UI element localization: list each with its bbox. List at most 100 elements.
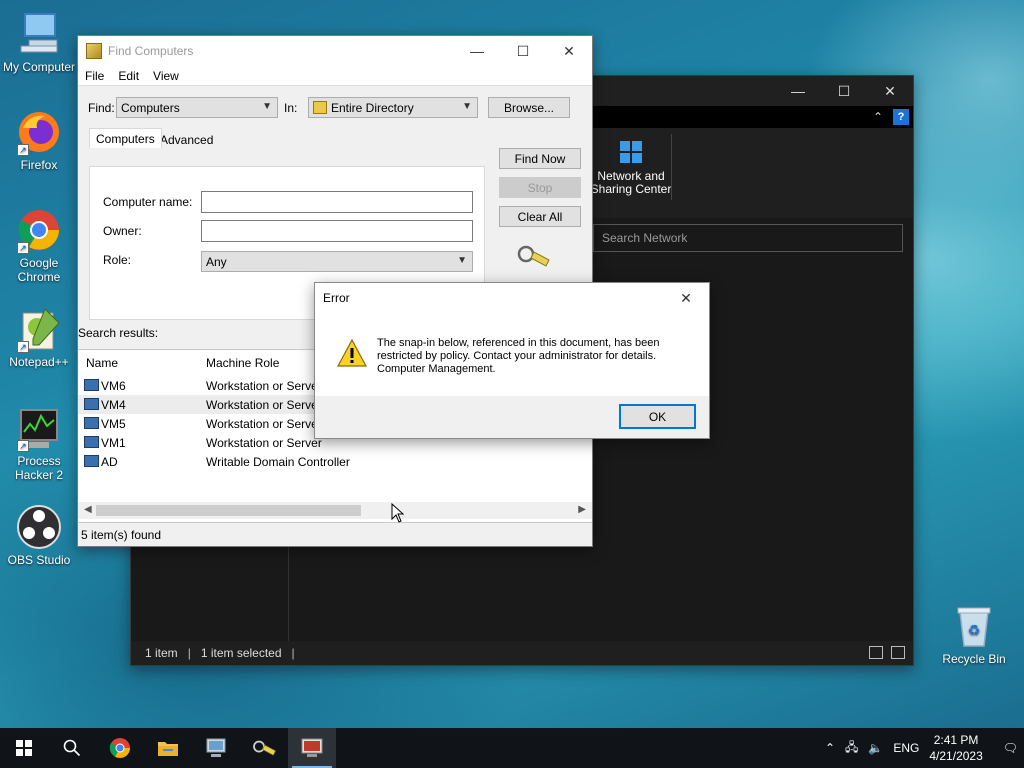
owner-input[interactable]	[201, 220, 473, 242]
row-name: VM1	[101, 436, 126, 450]
system-tray: ⌃ 🖧 🔈 ENG 2:41 PM 4/21/2023 🗨	[825, 732, 1024, 764]
notifications-icon[interactable]: 🗨	[1003, 741, 1018, 755]
search-flashlight-icon	[516, 242, 550, 273]
close-icon: ✕	[680, 289, 692, 306]
ribbon-separator	[671, 134, 672, 200]
help-icon[interactable]: ?	[893, 109, 909, 125]
desktop-icon-label: Recycle Bin	[942, 652, 1006, 666]
search-scope-select[interactable]: Entire Directory ▼	[308, 97, 478, 118]
desktop-icon-my-computer[interactable]: My Computer	[1, 10, 77, 74]
minimize-icon: —	[470, 43, 484, 59]
status-separator: |	[187, 646, 191, 660]
taskbar-file-explorer[interactable]	[144, 728, 192, 768]
volume-icon[interactable]: 🔈	[868, 741, 883, 755]
dialog-title: Error	[323, 291, 350, 305]
desktop-icon-process-hacker[interactable]: ↗ Process Hacker 2	[1, 404, 77, 482]
scrollbar-thumb[interactable]	[96, 505, 361, 516]
minimize-button[interactable]: —	[775, 76, 821, 106]
find-type-select[interactable]: Computers ▼	[116, 97, 278, 118]
directory-icon	[313, 101, 327, 114]
chevron-up-icon[interactable]: ⌃	[825, 741, 835, 755]
shortcut-arrow-icon: ↗	[17, 144, 29, 156]
computer-name-input[interactable]	[201, 191, 473, 213]
clear-all-button[interactable]: Clear All	[499, 206, 581, 227]
role-select[interactable]: Any ▼	[201, 251, 473, 272]
tab-advanced[interactable]: Advanced	[154, 130, 219, 150]
row-role: Workstation or Server	[206, 417, 322, 431]
desktop-icon-label: Google Chrome	[17, 256, 61, 284]
horizontal-scrollbar[interactable]: ◀ ▶	[78, 502, 592, 519]
start-button[interactable]	[0, 728, 48, 768]
taskbar-network-app[interactable]	[192, 728, 240, 768]
minimize-button[interactable]: —	[454, 36, 500, 66]
find-label: Find:	[88, 101, 115, 115]
find-now-button[interactable]: Find Now	[499, 148, 581, 169]
desktop-icon-notepad-plus-plus[interactable]: ↗ Notepad++	[1, 305, 77, 369]
error-message-line: The snap-in below, referenced in this do…	[377, 337, 660, 349]
computer-icon	[84, 417, 99, 429]
desktop-icon-recycle-bin[interactable]: ♻ Recycle Bin	[936, 602, 1012, 666]
desktop-icon-label: Firefox	[20, 158, 58, 172]
chevron-up-icon[interactable]: ⌃	[873, 110, 883, 124]
scroll-left-icon[interactable]: ◀	[84, 504, 92, 515]
row-role: Writable Domain Controller	[206, 455, 350, 469]
close-button[interactable]: ✕	[546, 36, 592, 66]
computer-icon	[84, 398, 99, 410]
desktop-icon-firefox[interactable]: ↗ Firefox	[1, 108, 77, 172]
close-button[interactable]: ✕	[663, 283, 709, 313]
owner-label: Owner:	[103, 224, 142, 238]
chrome-icon: ↗	[15, 206, 63, 254]
clock[interactable]: 2:41 PM 4/21/2023	[929, 732, 982, 764]
desktop-icon-google-chrome[interactable]: ↗ Google Chrome	[1, 206, 77, 284]
row-role: Workstation or Server	[206, 436, 322, 450]
column-header-name[interactable]: Name	[86, 356, 118, 370]
input-language[interactable]: ENG	[893, 741, 919, 755]
shortcut-arrow-icon: ↗	[17, 242, 29, 254]
windows-network-icon	[620, 141, 642, 163]
find-titlebar: Find Computers — ☐ ✕	[78, 36, 592, 66]
details-view-icon[interactable]	[869, 646, 883, 659]
error-message: The snap-in below, referenced in this do…	[377, 337, 697, 376]
chevron-down-icon: ▼	[462, 101, 472, 112]
search-network-input[interactable]: Search Network	[593, 224, 903, 252]
dialog-footer: OK	[315, 396, 709, 438]
maximize-button[interactable]: ☐	[500, 36, 546, 66]
large-icons-view-icon[interactable]	[891, 646, 905, 659]
row-name: VM5	[101, 417, 126, 431]
minimize-icon: —	[791, 83, 805, 99]
close-button[interactable]: ✕	[867, 76, 913, 106]
find-computers-icon	[86, 43, 102, 59]
menu-file[interactable]: File	[85, 69, 104, 83]
recycle-bin-icon: ♻	[950, 602, 998, 650]
browse-button[interactable]: Browse...	[488, 97, 570, 118]
error-message-line: Computer Management.	[377, 363, 496, 375]
taskbar-search-button[interactable]	[48, 728, 96, 768]
shortcut-arrow-icon: ↗	[17, 341, 29, 353]
results-count: 5 item(s) found	[81, 528, 162, 542]
tab-computers[interactable]: Computers	[89, 128, 162, 148]
network-icon[interactable]: 🖧	[845, 738, 858, 759]
firefox-icon: ↗	[15, 108, 63, 156]
column-header-machine-role[interactable]: Machine Role	[206, 356, 279, 370]
role-value: Any	[206, 254, 227, 269]
explorer-statusbar: 1 item | 1 item selected |	[131, 641, 913, 665]
stop-button[interactable]: Stop	[499, 177, 581, 198]
table-row[interactable]: AD Writable Domain Controller	[78, 452, 592, 471]
shortcut-arrow-icon: ↗	[17, 440, 29, 452]
error-titlebar: Error ✕	[315, 283, 709, 313]
row-role: Workstation or Server	[206, 379, 322, 393]
find-type-value: Computers	[121, 100, 180, 115]
menu-view[interactable]: View	[153, 69, 179, 83]
scroll-right-icon[interactable]: ▶	[578, 504, 586, 515]
maximize-button[interactable]: ☐	[821, 76, 867, 106]
desktop-icon-obs-studio[interactable]: OBS Studio	[1, 503, 77, 567]
taskbar-computer-management[interactable]	[288, 728, 336, 768]
menu-edit[interactable]: Edit	[118, 69, 139, 83]
network-sharing-center-button[interactable]: Network and Sharing Center	[586, 138, 676, 196]
computer-icon	[84, 379, 99, 391]
taskbar-chrome[interactable]	[96, 728, 144, 768]
search-results-label: Search results:	[78, 326, 159, 340]
ok-button[interactable]: OK	[619, 404, 696, 429]
network-computer-icon	[206, 738, 226, 757]
taskbar-find-computers[interactable]	[240, 728, 288, 768]
